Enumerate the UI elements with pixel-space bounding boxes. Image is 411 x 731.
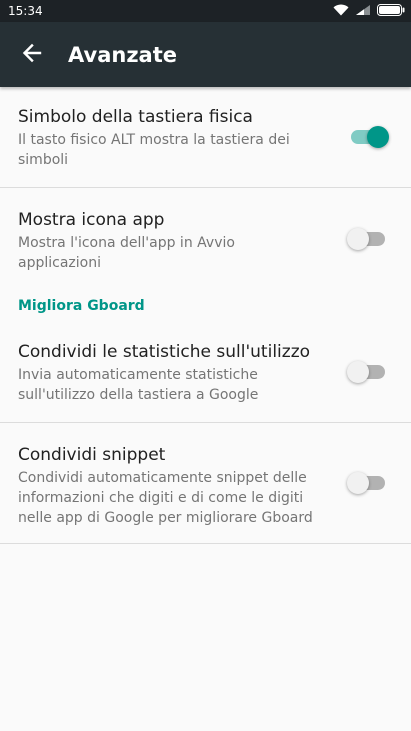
setting-summary: Invia automaticamente statistiche sull'u… [18, 367, 259, 403]
share-usage-statistics-toggle[interactable] [347, 360, 387, 384]
section-header-improve-gboard: Migliora Gboard [18, 298, 145, 314]
toggle-thumb [347, 228, 369, 250]
setting-share-snippets[interactable]: Condividi snippet Condividi automaticame… [0, 423, 411, 543]
settings-list: Simbolo della tastiera fisica Il tasto f… [0, 87, 411, 544]
setting-summary: Condividi automaticamente snippet delle … [18, 470, 313, 526]
setting-title: Simbolo della tastiera fisica [18, 107, 253, 127]
status-bar: 15:34 [0, 0, 411, 22]
status-time: 15:34 [8, 4, 43, 18]
arrow-back-icon [22, 43, 42, 67]
signal-icon [355, 4, 371, 19]
page-title: Avanzate [68, 42, 177, 67]
battery-icon [377, 3, 405, 19]
setting-title: Mostra icona app [18, 210, 165, 230]
setting-share-usage-statistics[interactable]: Condividi le statistiche sull'utilizzo I… [0, 336, 411, 422]
setting-show-app-icon[interactable]: Mostra icona app Mostra l'icona dell'app… [0, 188, 411, 296]
status-icons [333, 3, 405, 19]
setting-physical-keyboard-symbols[interactable]: Simbolo della tastiera fisica Il tasto f… [0, 87, 411, 187]
setting-summary: Il tasto fisico ALT mostra la tastiera d… [18, 132, 290, 168]
toggle-thumb [367, 126, 389, 148]
setting-title: Condividi le statistiche sull'utilizzo [18, 342, 311, 362]
wifi-icon [333, 4, 349, 19]
toggle-thumb [347, 472, 369, 494]
app-bar: Avanzate [0, 22, 411, 87]
share-snippets-toggle[interactable] [347, 471, 387, 495]
divider [0, 543, 411, 544]
show-app-icon-toggle[interactable] [347, 227, 387, 251]
toggle-thumb [347, 361, 369, 383]
back-button[interactable] [0, 22, 64, 87]
physical-keyboard-symbols-toggle[interactable] [351, 125, 389, 149]
setting-title: Condividi snippet [18, 445, 166, 465]
setting-summary: Mostra l'icona dell'app in Avvio applica… [18, 235, 235, 271]
